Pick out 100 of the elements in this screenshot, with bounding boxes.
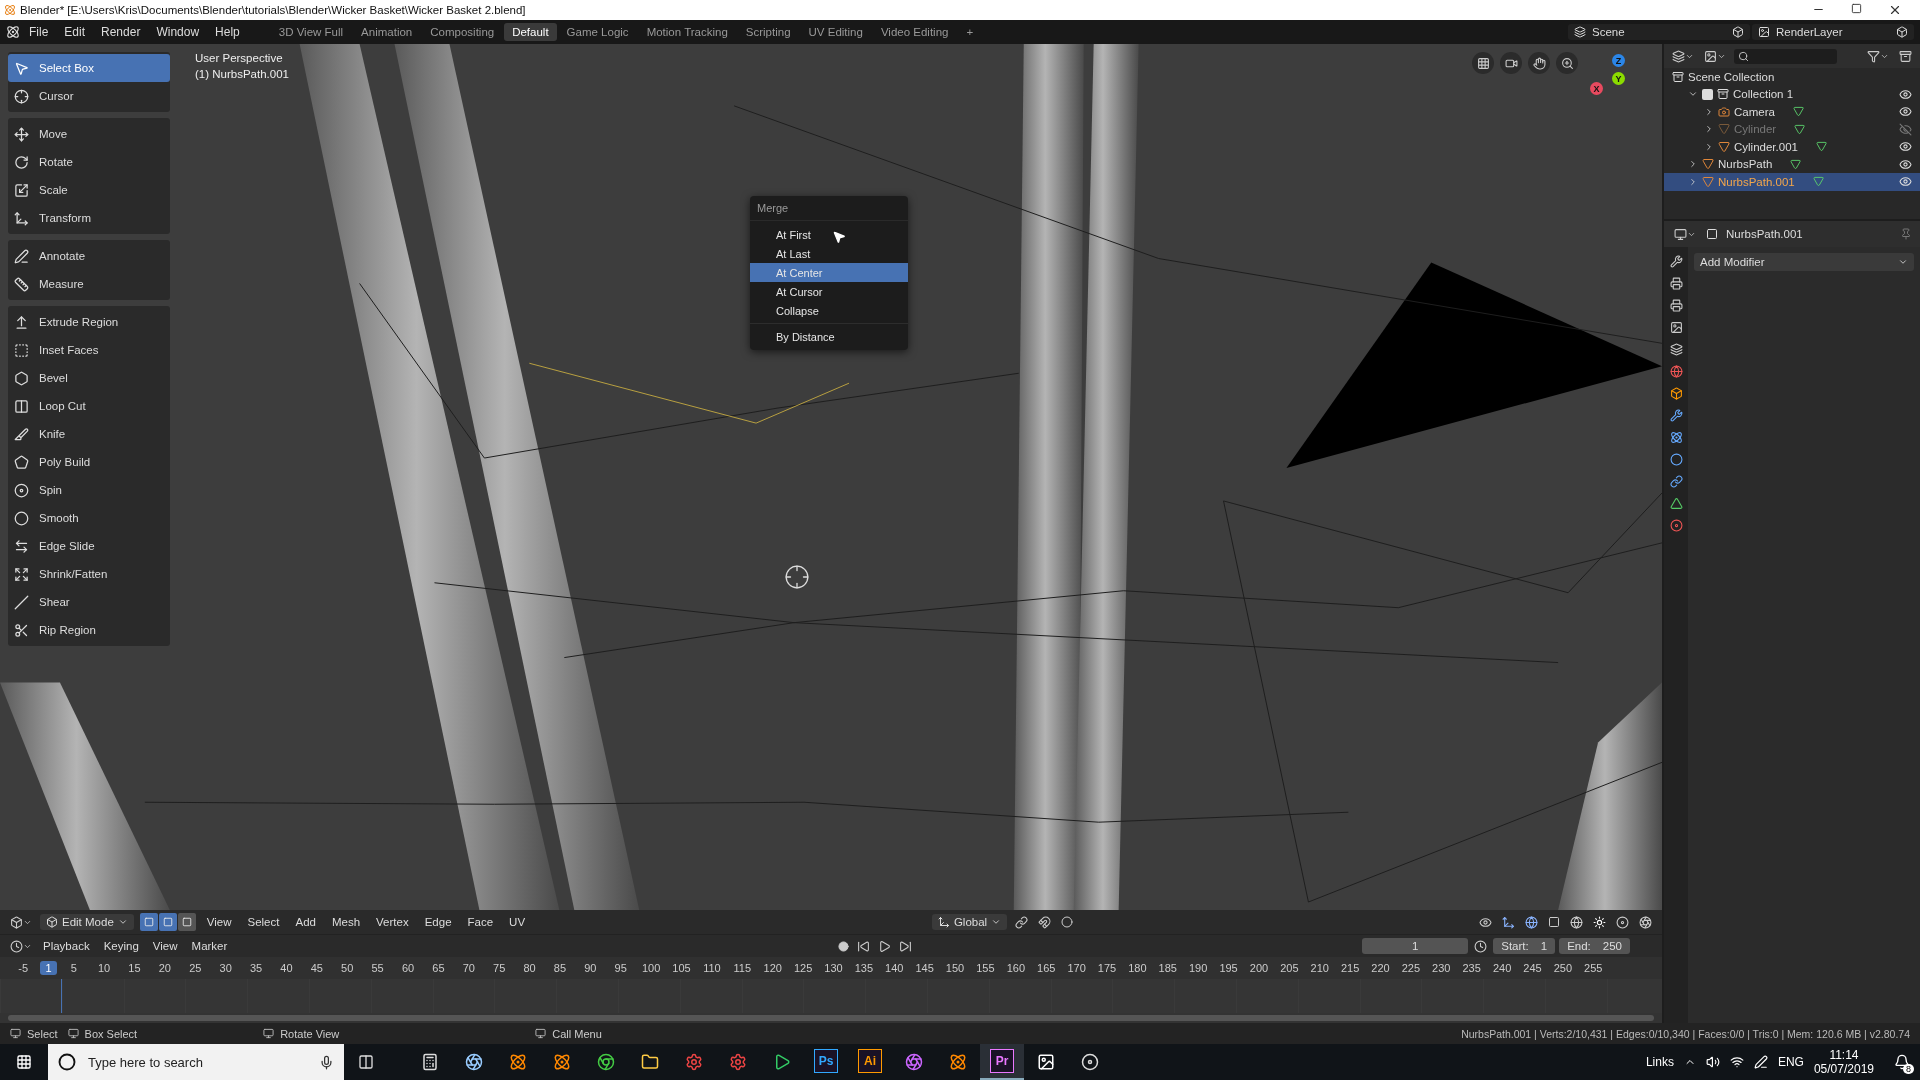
printer-icon[interactable] bbox=[1669, 299, 1683, 312]
workspace-tab[interactable]: Animation bbox=[353, 23, 421, 41]
wireframe-button[interactable] bbox=[1568, 915, 1585, 929]
tool-button[interactable]: Rotate bbox=[8, 148, 170, 176]
tool-button[interactable]: Move bbox=[8, 120, 170, 148]
header-menu[interactable]: Playback bbox=[38, 938, 95, 954]
tool-button[interactable]: Select Box bbox=[8, 54, 170, 82]
tool-button[interactable]: Loop Cut bbox=[8, 392, 170, 420]
header-menu[interactable]: Keying bbox=[98, 938, 144, 954]
menu-entry[interactable]: By Distance bbox=[750, 327, 908, 346]
workspace-tab[interactable]: Video Editing bbox=[872, 23, 957, 41]
pen-icon[interactable] bbox=[1753, 1055, 1768, 1069]
menu-item[interactable]: Help bbox=[208, 23, 247, 41]
pin-icon[interactable] bbox=[1900, 228, 1912, 240]
header-menu[interactable]: Marker bbox=[186, 938, 233, 954]
clock-date[interactable]: 05/07/2019 bbox=[1813, 1062, 1874, 1076]
tool-button[interactable]: Rip Region bbox=[8, 616, 170, 644]
view-layer-field[interactable]: RenderLayer bbox=[1752, 24, 1914, 40]
workspace-tab[interactable]: Game Logic bbox=[558, 23, 637, 41]
sphere-icon[interactable] bbox=[1669, 519, 1683, 532]
tool-button[interactable]: Spin bbox=[8, 476, 170, 504]
menu-item[interactable]: Window bbox=[149, 23, 207, 41]
pivot-button[interactable] bbox=[1013, 915, 1031, 929]
end-frame-field[interactable]: End: 250 bbox=[1559, 938, 1630, 954]
menu-entry[interactable]: At Last bbox=[750, 244, 908, 263]
scroll-bar[interactable] bbox=[8, 1015, 1654, 1021]
outliner-row[interactable]: Cylinder.001 bbox=[1664, 138, 1920, 156]
material-shading-button[interactable] bbox=[1614, 915, 1631, 929]
visibility-button[interactable] bbox=[1477, 915, 1494, 929]
tool-button[interactable]: Smooth bbox=[8, 504, 170, 532]
add-modifier-dropdown[interactable]: Add Modifier bbox=[1694, 253, 1914, 271]
outliner-row[interactable]: NurbsPath.001 bbox=[1664, 173, 1920, 191]
tool-button[interactable]: Extrude Region bbox=[8, 308, 170, 336]
triangle-icon[interactable] bbox=[1669, 497, 1683, 510]
solid-shading-button[interactable] bbox=[1591, 915, 1608, 929]
header-menu[interactable]: Face bbox=[462, 914, 499, 930]
wifi-icon[interactable] bbox=[1729, 1055, 1744, 1069]
wrench-icon[interactable] bbox=[1669, 409, 1683, 422]
orientation-dropdown[interactable]: Global bbox=[931, 914, 1008, 930]
checkbox[interactable] bbox=[1702, 88, 1713, 100]
add-workspace-button[interactable]: + bbox=[958, 23, 982, 41]
picture-icon[interactable] bbox=[1669, 321, 1683, 334]
printer-icon[interactable] bbox=[1669, 277, 1683, 290]
new-collection-button[interactable] bbox=[1897, 49, 1914, 63]
tool-button[interactable]: Shrink/Fatten bbox=[8, 560, 170, 588]
toolbar-label[interactable]: Links bbox=[1645, 1055, 1674, 1069]
tool-button[interactable]: Shear bbox=[8, 588, 170, 616]
restore-icon[interactable] bbox=[1851, 3, 1862, 14]
select-mode-button[interactable] bbox=[177, 913, 196, 931]
taskbar-search-box[interactable]: Type here to search bbox=[48, 1044, 344, 1080]
eye-icon[interactable] bbox=[1899, 140, 1912, 154]
header-menu[interactable]: View bbox=[147, 938, 183, 954]
select-mode-button[interactable] bbox=[158, 913, 177, 931]
workspace-tab[interactable]: Default bbox=[504, 23, 557, 41]
header-menu[interactable]: Vertex bbox=[371, 914, 414, 930]
mode-dropdown[interactable]: Edit Mode bbox=[40, 914, 134, 930]
current-frame-field[interactable]: 1 bbox=[1362, 938, 1469, 954]
menu-item[interactable]: File bbox=[22, 23, 56, 41]
close-icon[interactable] bbox=[1888, 3, 1902, 17]
circle-icon[interactable] bbox=[1669, 453, 1683, 466]
tool-button[interactable]: Annotate bbox=[8, 242, 170, 270]
tool-button[interactable]: Scale bbox=[8, 176, 170, 204]
tool-button[interactable]: Bevel bbox=[8, 364, 170, 392]
taskbar-app[interactable]: Ai bbox=[848, 1044, 892, 1080]
eye-icon[interactable] bbox=[1899, 105, 1912, 119]
outliner-row[interactable]: Collection 1 bbox=[1664, 85, 1920, 103]
header-menu[interactable]: Edge bbox=[419, 914, 457, 930]
workspace-tab[interactable]: Motion Tracking bbox=[638, 23, 736, 41]
tool-button[interactable]: Knife bbox=[8, 420, 170, 448]
tool-button[interactable]: Edge Slide bbox=[8, 532, 170, 560]
outliner-row[interactable]: NurbsPath bbox=[1664, 155, 1920, 173]
duplicate-icon[interactable] bbox=[1896, 26, 1908, 38]
language-indicator[interactable]: ENG bbox=[1777, 1055, 1804, 1069]
xray-button[interactable] bbox=[1546, 916, 1562, 928]
taskbar-app[interactable]: Pr bbox=[980, 1044, 1024, 1080]
link-icon[interactable] bbox=[1669, 475, 1683, 488]
header-menu[interactable]: Mesh bbox=[326, 914, 366, 930]
globe-icon[interactable] bbox=[1669, 365, 1683, 378]
search-field[interactable] bbox=[1734, 48, 1837, 64]
header-menu[interactable]: Select bbox=[242, 914, 285, 930]
render-shading-button[interactable] bbox=[1637, 915, 1654, 929]
cube-icon[interactable] bbox=[1669, 387, 1683, 400]
tool-button[interactable]: Poly Build bbox=[8, 448, 170, 476]
outliner-row[interactable]: Camera bbox=[1664, 103, 1920, 121]
workspace-tab[interactable]: 3D View Full bbox=[270, 23, 352, 41]
menu-item[interactable]: Edit bbox=[57, 23, 93, 41]
select-mode-button[interactable] bbox=[139, 913, 158, 931]
menu-entry[interactable]: At First bbox=[750, 225, 908, 244]
eye-icon[interactable] bbox=[1899, 157, 1912, 171]
gizmo-button[interactable] bbox=[1500, 915, 1517, 929]
eye-icon[interactable] bbox=[1899, 87, 1912, 101]
clock-time[interactable]: 11:14 bbox=[1829, 1048, 1859, 1062]
proportional-button[interactable] bbox=[1059, 916, 1076, 928]
tool-button[interactable]: Inset Faces bbox=[8, 336, 170, 364]
layers-icon[interactable] bbox=[1669, 343, 1683, 356]
playhead-frame[interactable]: 1 bbox=[40, 961, 57, 975]
tool-button[interactable]: Measure bbox=[8, 270, 170, 298]
header-menu[interactable]: Add bbox=[290, 914, 321, 930]
menu-entry[interactable]: At Cursor bbox=[750, 282, 908, 301]
start-frame-field[interactable]: Start: 1 bbox=[1493, 938, 1556, 954]
